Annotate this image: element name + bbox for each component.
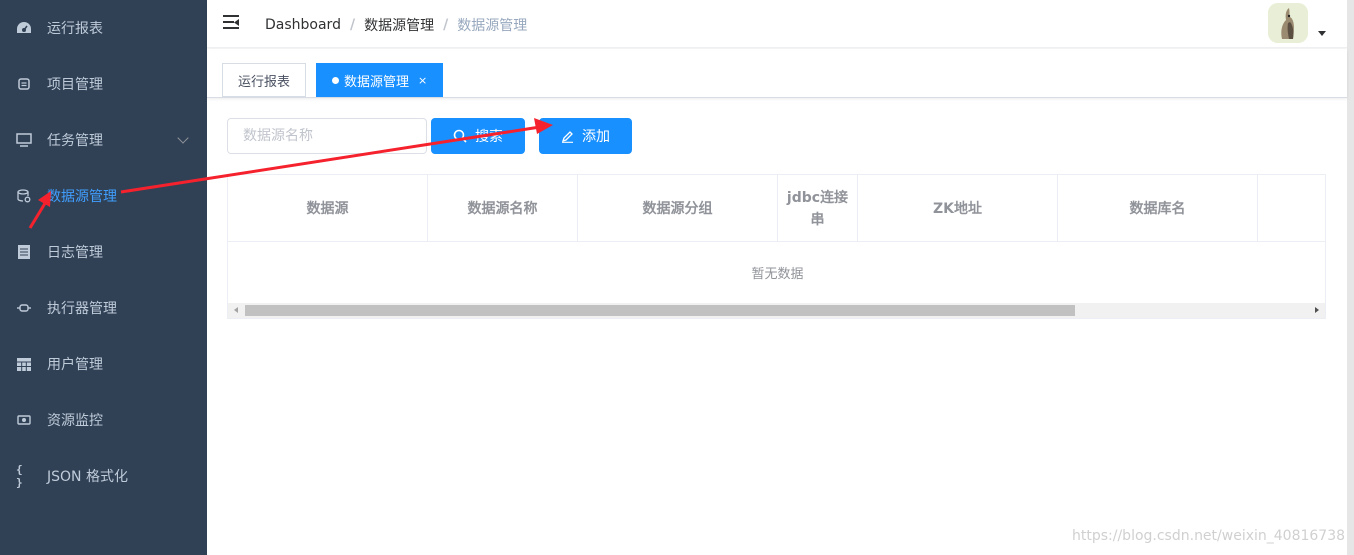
breadcrumb-separator: / — [443, 17, 449, 33]
caret-down-icon[interactable] — [1318, 31, 1326, 36]
monitor-resource-icon — [16, 412, 32, 428]
breadcrumb-separator: / — [349, 17, 356, 33]
active-dot-icon — [332, 76, 339, 84]
dashboard-icon — [16, 20, 32, 36]
sidebar-item-label: 用户管理 — [47, 357, 103, 373]
page-scrollbar[interactable] — [1347, 0, 1354, 555]
sidebar-item-user[interactable]: 用户管理 — [0, 336, 207, 392]
scroll-left-icon[interactable] — [234, 307, 238, 313]
sidebar-item-label: 项目管理 — [47, 77, 103, 93]
breadcrumb-item-dashboard[interactable]: Dashboard — [265, 17, 341, 33]
column-header-zk-address[interactable]: ZK地址 — [858, 175, 1058, 242]
table-empty-text: 暂无数据 — [751, 266, 804, 282]
sidebar-item-project[interactable]: 项目管理 — [0, 56, 207, 112]
avatar[interactable] — [1268, 3, 1308, 43]
column-header-jdbc-url[interactable]: jdbc连接串 — [778, 175, 858, 242]
sidebar-item-label: 日志管理 — [47, 245, 103, 261]
sidebar-item-label: JSON 格式化 — [47, 469, 128, 485]
datasource-table: 数据源 数据源名称 数据源分组 jdbc连接串 ZK地址 数据库名 备 暂无数据 — [227, 174, 1326, 319]
chevron-down-icon — [177, 132, 189, 144]
search-button-label: 搜索 — [475, 129, 503, 145]
sidebar-item-resource-monitor[interactable]: 资源监控 — [0, 392, 207, 448]
breadcrumb-item-current: 数据源管理 — [457, 18, 528, 34]
breadcrumb-item-datasource[interactable]: 数据源管理 — [364, 15, 434, 35]
search-icon — [453, 129, 467, 143]
scrollbar-thumb[interactable] — [245, 305, 1075, 316]
scroll-right-icon[interactable] — [1315, 307, 1319, 313]
sidebar: 运行报表 项目管理 任务管理 数据源管理 日志管理 执行器管理 用户管理 资源监… — [0, 0, 207, 555]
monitor-icon — [16, 132, 32, 148]
sidebar-item-label: 运行报表 — [47, 21, 103, 37]
watermark: https://blog.csdn.net/weixin_40816738 — [1072, 528, 1346, 544]
project-icon — [16, 76, 32, 92]
table-icon — [16, 356, 32, 372]
column-header-datasource[interactable]: 数据源 — [228, 175, 428, 242]
database-icon — [16, 188, 32, 204]
column-header-remark-label: 备 — [1315, 198, 1325, 220]
sidebar-item-label: 资源监控 — [47, 413, 103, 429]
column-header-remark[interactable]: 备 — [1258, 175, 1325, 242]
sidebar-item-run-report[interactable]: 运行报表 — [0, 0, 207, 56]
search-button[interactable]: 搜索 — [431, 118, 525, 154]
sidebar-item-label: 数据源管理 — [47, 189, 117, 205]
tag-label: 数据源管理 — [344, 74, 410, 90]
sidebar-item-json-format[interactable]: { } JSON 格式化 — [0, 448, 207, 504]
tag-run-report[interactable]: 运行报表 — [222, 63, 307, 97]
sidebar-item-label: 任务管理 — [47, 133, 103, 149]
navbar: Dashboard / 数据源管理 / 数据源管理 — [207, 0, 1347, 48]
sidebar-item-log[interactable]: 日志管理 — [0, 224, 207, 280]
tag-label: 运行报表 — [238, 74, 291, 90]
add-button[interactable]: 添加 — [539, 118, 632, 154]
tag-datasource[interactable]: 数据源管理 × — [316, 63, 444, 97]
hamburger-icon[interactable] — [223, 15, 241, 31]
column-header-datasource-group[interactable]: 数据源分组 — [578, 175, 778, 242]
datasource-name-search-input[interactable] — [227, 118, 427, 154]
table-header: 数据源 数据源名称 数据源分组 jdbc连接串 ZK地址 数据库名 备 — [228, 175, 1325, 242]
column-header-datasource-name[interactable]: 数据源名称 — [428, 175, 578, 242]
sidebar-item-executor[interactable]: 执行器管理 — [0, 280, 207, 336]
sidebar-item-datasource[interactable]: 数据源管理 — [0, 168, 207, 224]
column-header-database-name[interactable]: 数据库名 — [1058, 175, 1258, 242]
document-icon — [16, 244, 32, 260]
sidebar-item-label: 执行器管理 — [47, 301, 117, 317]
executor-icon — [16, 300, 32, 316]
braces-icon: { } — [16, 463, 23, 489]
tags-view: 运行报表 数据源管理 × — [207, 49, 1347, 98]
add-button-label: 添加 — [582, 129, 610, 145]
close-icon[interactable]: × — [418, 74, 427, 87]
table-horizontal-scrollbar[interactable] — [228, 303, 1325, 318]
breadcrumb: Dashboard / 数据源管理 / 数据源管理 — [265, 15, 527, 35]
edit-icon — [561, 130, 574, 143]
sidebar-item-task[interactable]: 任务管理 — [0, 112, 207, 168]
